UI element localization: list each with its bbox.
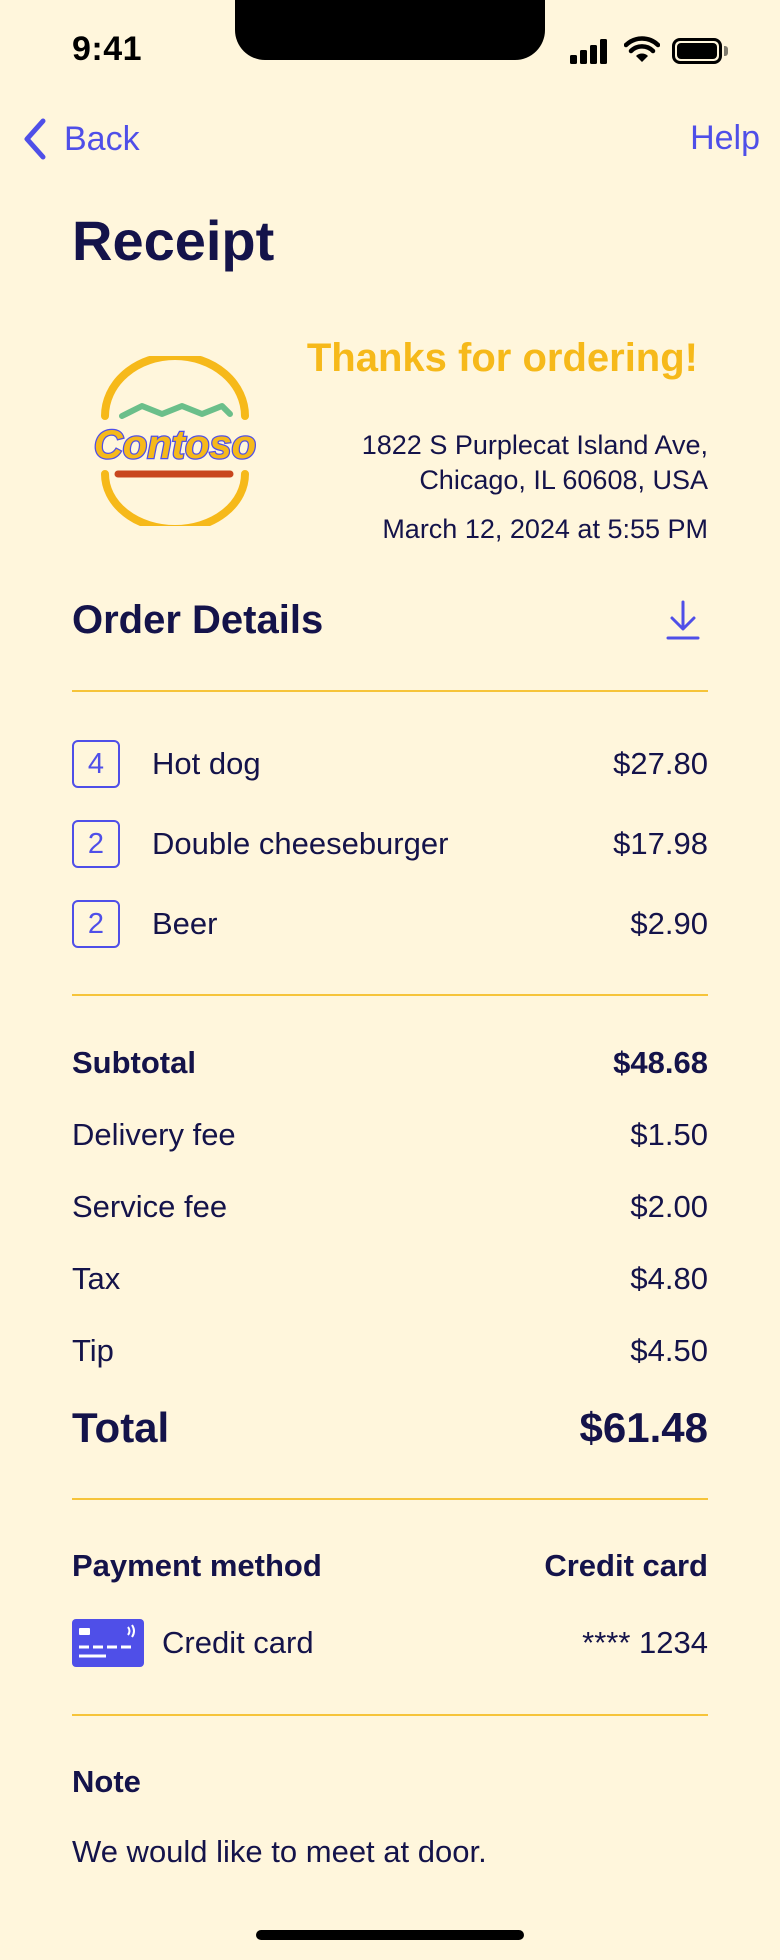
wifi-icon (624, 36, 660, 62)
delivery-fee-row: Delivery fee $1.50 (72, 1117, 708, 1153)
tax-row: Tax $4.80 (72, 1261, 708, 1297)
payment-method-header: Payment method Credit card (72, 1548, 708, 1584)
back-label: Back (64, 119, 140, 158)
service-fee-label: Service fee (72, 1189, 228, 1224)
address-line-2: Chicago, IL 60608, USA (419, 465, 708, 495)
restaurant-address: 1822 S Purplecat Island Ave, Chicago, IL… (362, 428, 708, 498)
delivery-fee-label: Delivery fee (72, 1117, 236, 1152)
tip-label: Tip (72, 1333, 114, 1368)
order-item: 2 Beer $2.90 (72, 899, 708, 949)
note-title: Note (72, 1764, 141, 1799)
contoso-logo: Contoso (93, 356, 257, 526)
page-title: Receipt (72, 209, 275, 272)
note-text: We would like to meet at door. (72, 1834, 487, 1869)
service-fee-value: $2.00 (630, 1189, 708, 1224)
tax-value: $4.80 (630, 1261, 708, 1296)
tip-value: $4.50 (630, 1333, 708, 1368)
help-button[interactable]: Help (690, 119, 760, 158)
subtotal-label: Subtotal (72, 1045, 196, 1080)
divider (72, 1498, 708, 1500)
order-datetime: March 12, 2024 at 5:55 PM (382, 514, 708, 544)
payment-card-row: Credit card **** 1234 (72, 1618, 708, 1668)
payment-method-label: Payment method (72, 1548, 322, 1583)
item-price: $2.90 (630, 906, 708, 941)
cellular-signal-icon (570, 38, 610, 64)
order-item: 4 Hot dog $27.80 (72, 739, 708, 789)
divider (72, 690, 708, 692)
item-name: Double cheeseburger (152, 826, 449, 861)
item-name: Hot dog (152, 746, 261, 781)
subtotal-row: Subtotal $48.68 (72, 1045, 708, 1081)
logo-text: Contoso (94, 423, 256, 467)
item-price: $17.98 (613, 826, 708, 861)
device-notch (235, 0, 545, 60)
payment-method-type: Credit card (544, 1548, 708, 1583)
credit-card-icon (72, 1619, 144, 1667)
divider (72, 1714, 708, 1716)
tax-label: Tax (72, 1261, 121, 1296)
thanks-message: Thanks for ordering! (306, 336, 698, 380)
delivery-fee-value: $1.50 (630, 1117, 708, 1152)
home-indicator[interactable] (256, 1930, 524, 1940)
item-name: Beer (152, 906, 218, 941)
download-icon[interactable] (664, 598, 702, 642)
order-details-title: Order Details (72, 598, 324, 642)
divider (72, 994, 708, 996)
total-value: $61.48 (579, 1404, 708, 1451)
subtotal-value: $48.68 (613, 1045, 708, 1080)
item-quantity-badge: 4 (72, 740, 120, 788)
card-label: Credit card (162, 1625, 314, 1660)
address-line-1: 1822 S Purplecat Island Ave, (361, 430, 708, 460)
item-quantity-badge: 2 (72, 820, 120, 868)
card-number: **** 1234 (582, 1625, 708, 1660)
order-item: 2 Double cheeseburger $17.98 (72, 819, 708, 869)
chevron-left-icon (24, 118, 46, 160)
service-fee-row: Service fee $2.00 (72, 1189, 708, 1225)
status-time: 9:41 (72, 30, 143, 68)
back-button[interactable]: Back (22, 118, 140, 160)
item-price: $27.80 (613, 746, 708, 781)
total-row: Total $61.48 (72, 1404, 708, 1452)
total-label: Total (72, 1404, 170, 1451)
tip-row: Tip $4.50 (72, 1333, 708, 1369)
item-quantity-badge: 2 (72, 900, 120, 948)
battery-icon (672, 38, 728, 64)
